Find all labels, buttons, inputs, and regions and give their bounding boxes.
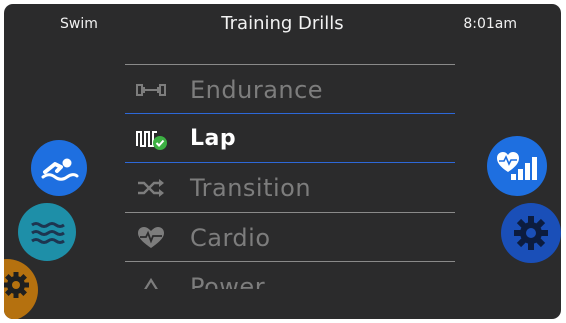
drill-item-power[interactable]: Power [125,261,455,289]
drill-label: Endurance [190,76,324,104]
swim-button[interactable] [31,140,87,196]
drill-screen: Swim Training Drills 8:01am Endurance La… [4,4,561,319]
triangle-icon [144,277,158,289]
drill-label: Power [190,273,266,289]
drill-list: Endurance Lap Transition Cardio Power [125,64,455,289]
settings-button-right[interactable] [501,203,561,263]
stats-button[interactable] [487,136,547,196]
drill-item-cardio[interactable]: Cardio [125,212,455,261]
settings-button-left[interactable] [4,259,38,319]
clock: 8:01am [463,16,517,32]
dumbbell-icon [136,84,166,96]
drill-label: Lap [190,126,237,151]
water-waves-icon [31,222,65,244]
drill-label: Transition [190,174,312,202]
gear-icon [4,272,29,298]
drill-item-lap[interactable]: Lap [125,113,455,163]
gear-icon [514,216,548,250]
swimmer-icon [41,158,79,181]
water-button[interactable] [18,203,76,261]
heart-chart-icon [497,152,537,180]
drill-label: Cardio [190,224,271,252]
lap-wave-check-icon [136,131,167,150]
drill-item-endurance[interactable]: Endurance [125,64,455,113]
drill-item-transition[interactable]: Transition [125,163,455,212]
shuffle-icon [138,179,164,197]
heartbeat-icon [138,227,164,248]
